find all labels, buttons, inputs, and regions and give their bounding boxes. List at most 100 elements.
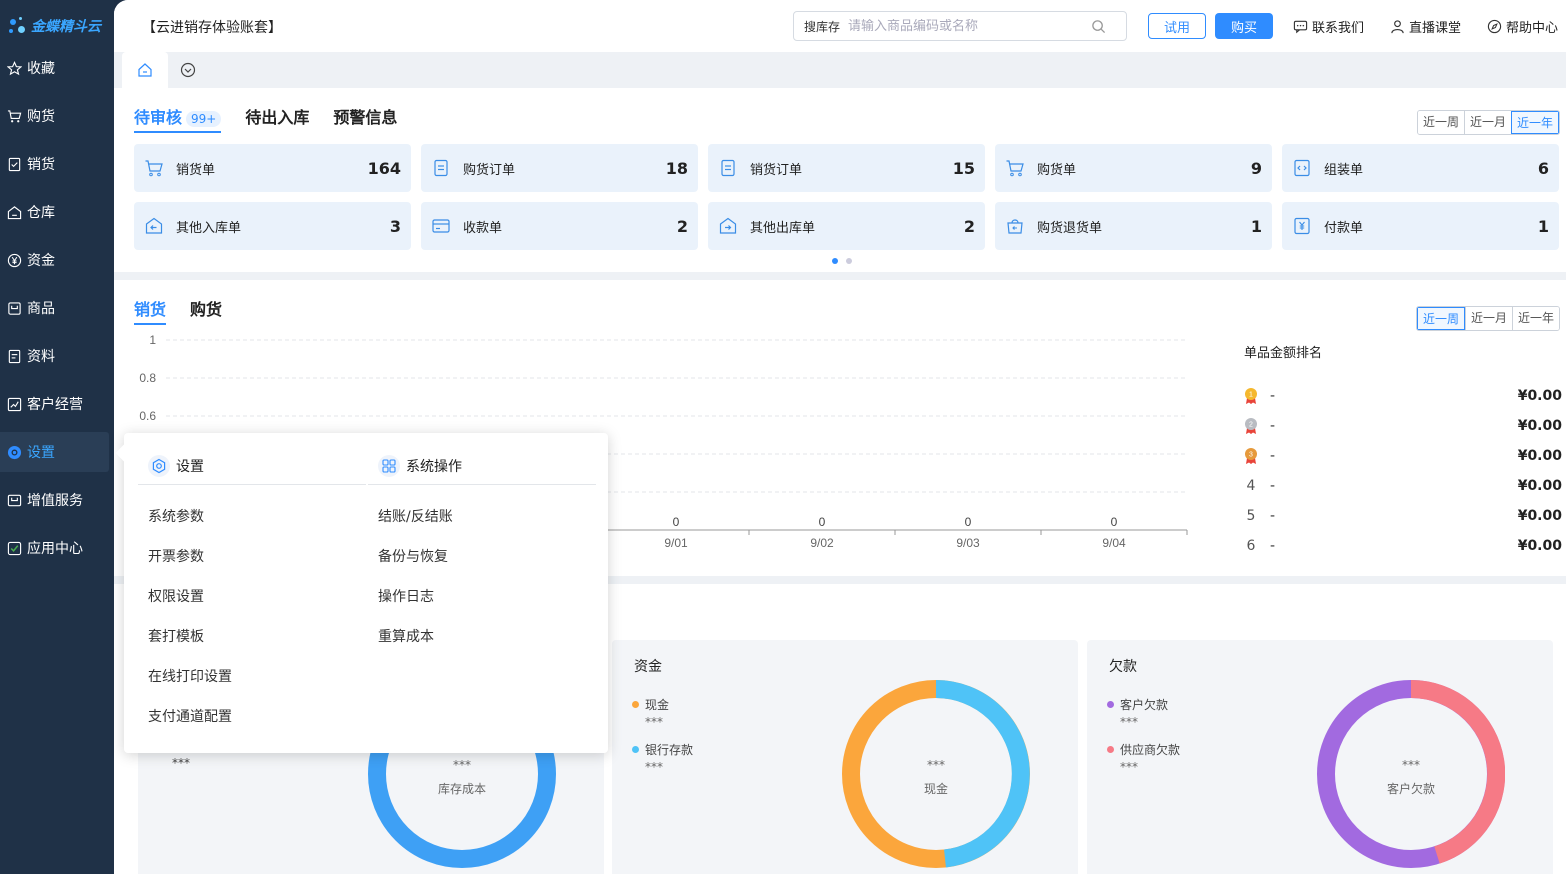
bank-segment — [935, 680, 1030, 868]
y-tick-label: 0.8 — [139, 371, 156, 385]
cart-icon — [1005, 158, 1025, 178]
range-year[interactable]: 近一年 — [1510, 111, 1559, 134]
settings-menu-item[interactable]: 权限设置 — [138, 577, 366, 617]
tab-purchase[interactable]: 购货 — [190, 296, 222, 325]
pending-card[interactable]: 购货订单 18 — [421, 144, 698, 192]
sidebar: 金蝶精斗云 收藏购货销货仓库资金商品资料客户经营设置增值服务应用中心 — [0, 0, 114, 874]
rank-amount: ¥0.00 — [1517, 418, 1562, 434]
search-icon[interactable] — [1091, 19, 1106, 34]
legend-customer-debt: 客户欠款 — [1107, 696, 1180, 713]
sidebar-item-10[interactable]: 应用中心 — [0, 528, 114, 568]
ranking-row: 4- ¥0.00 — [1244, 471, 1562, 501]
sidebar-item-3[interactable]: 仓库 — [0, 192, 114, 232]
card-label: 收款单 — [463, 220, 503, 236]
pending-range-selector: 近一周 近一月 近一年 — [1416, 110, 1560, 135]
rank-product: - — [1270, 508, 1276, 524]
pending-card[interactable]: 销货单 164 — [134, 144, 411, 192]
settings-menu-item[interactable]: 系统参数 — [138, 497, 366, 537]
sidebar-item-5[interactable]: 商品 — [0, 288, 114, 328]
settings-column-header: 设置 — [138, 447, 366, 485]
sidebar-item-7[interactable]: 客户经营 — [0, 384, 114, 424]
tab-pending-stock[interactable]: 待出入库 — [245, 104, 309, 133]
buy-button[interactable]: 购买 — [1215, 13, 1273, 39]
carousel-dot[interactable] — [832, 258, 838, 264]
inventory-center-label: 库存成本 — [437, 782, 486, 796]
rank-product: - — [1270, 418, 1276, 434]
pending-card[interactable]: 销货订单 15 — [708, 144, 985, 192]
range-week[interactable]: 近一周 — [1417, 111, 1464, 134]
pending-card[interactable]: 其他出库单 2 — [708, 202, 985, 250]
medal-icon: 2 — [1245, 418, 1257, 434]
range-week[interactable]: 近一周 — [1416, 307, 1465, 330]
sales-tabs: 销货 购货 — [134, 296, 222, 325]
tab-pending-review[interactable]: 待审核 99+ — [134, 104, 222, 133]
carousel-dot[interactable] — [846, 258, 852, 264]
pending-card[interactable]: 付款单 1 — [1282, 202, 1559, 250]
inbound-icon — [144, 216, 164, 236]
search-input[interactable] — [848, 18, 1079, 34]
rank-amount: ¥0.00 — [1517, 448, 1562, 464]
sidebar-item-0[interactable]: 收藏 — [0, 48, 114, 88]
pending-panel: 待审核 99+ 待出入库 预警信息 近一周 近一月 近一年 销货单 164 购货订单 1… — [114, 88, 1566, 272]
pending-card[interactable]: 其他入库单 3 — [134, 202, 411, 250]
brand-logo[interactable]: 金蝶精斗云 — [0, 0, 114, 52]
sidebar-item-label: 设置 — [27, 445, 55, 461]
legend-value: *** — [1120, 760, 1138, 774]
pending-card[interactable]: 购货单 9 — [995, 144, 1272, 192]
user-icon — [1391, 20, 1404, 34]
range-month[interactable]: 近一月 — [1463, 111, 1511, 134]
rank-amount: ¥0.00 — [1517, 538, 1562, 554]
chevron-down-circle-icon[interactable] — [180, 62, 196, 78]
carousel-dots — [832, 258, 852, 264]
funds-legend: 现金 *** 银行存款 *** — [632, 696, 693, 786]
chart-icon — [7, 397, 22, 412]
rank-amount: ¥0.00 — [1517, 508, 1562, 524]
help-center-link[interactable]: 帮助中心 — [1487, 17, 1558, 36]
rank-product: - — [1270, 478, 1276, 494]
settings-menu-item[interactable]: 开票参数 — [138, 537, 366, 577]
system-ops-menu-item[interactable]: 重算成本 — [368, 617, 596, 657]
box-icon — [7, 301, 22, 316]
sidebar-item-2[interactable]: 销货 — [0, 144, 114, 184]
ranking-title: 单品金额排名 — [1244, 346, 1323, 361]
system-ops-menu-item[interactable]: 结账/反结账 — [368, 497, 596, 537]
system-ops-menu-item[interactable]: 操作日志 — [368, 577, 596, 617]
card-count: 3 — [389, 216, 401, 236]
tab-warnings[interactable]: 预警信息 — [333, 104, 397, 133]
settings-menu-item[interactable]: 套打模板 — [138, 617, 366, 657]
range-month[interactable]: 近一月 — [1464, 307, 1512, 330]
sidebar-item-1[interactable]: 购货 — [0, 96, 114, 136]
pending-card[interactable]: 收款单 2 — [421, 202, 698, 250]
settings-flyout-menu: 设置 系统参数 开票参数 权限设置 套打模板 在线打印设置 支付通道配置 系统操作 结账/… — [115, 433, 608, 753]
tab-sales[interactable]: 销货 — [134, 296, 167, 325]
assembly-icon — [1292, 158, 1312, 178]
return-icon — [1005, 216, 1025, 236]
settings-menu-item[interactable]: 在线打印设置 — [138, 657, 366, 697]
account-name[interactable]: 【云进销存体验账套】 — [142, 17, 282, 37]
card-label: 其他出库单 — [750, 220, 816, 236]
pending-card[interactable]: 购货退货单 1 — [995, 202, 1272, 250]
trial-button[interactable]: 试用 — [1148, 13, 1206, 39]
medal-icon: 3 — [1245, 448, 1257, 464]
range-year[interactable]: 近一年 — [1511, 307, 1559, 330]
contact-us-link[interactable]: 联系我们 — [1293, 17, 1364, 36]
home-tab[interactable] — [122, 52, 168, 88]
star-icon — [7, 60, 22, 76]
pending-card[interactable]: 组装单 6 — [1282, 144, 1559, 192]
data-label: 0 — [673, 515, 680, 529]
order-icon — [431, 158, 451, 178]
rank-number: 5 — [1246, 508, 1256, 524]
home-icon — [138, 63, 152, 77]
live-class-link[interactable]: 直播课堂 — [1390, 17, 1461, 36]
settings-menu-item[interactable]: 支付通道配置 — [138, 697, 366, 737]
sidebar-item-8[interactable]: 设置 — [0, 432, 109, 472]
ranking-row: 5- ¥0.00 — [1244, 501, 1562, 531]
sidebar-item-6[interactable]: 资料 — [0, 336, 114, 376]
sidebar-item-9[interactable]: 增值服务 — [0, 480, 114, 520]
search-label[interactable]: 搜库存 — [804, 18, 840, 35]
system-ops-menu-item[interactable]: 备份与恢复 — [368, 537, 596, 577]
debt-center-value: *** — [1402, 758, 1420, 772]
sidebar-item-4[interactable]: 资金 — [0, 240, 114, 280]
sales-range-selector: 近一周 近一月 近一年 — [1415, 306, 1560, 331]
legend-supplier-debt: 供应商欠款 — [1107, 741, 1180, 758]
